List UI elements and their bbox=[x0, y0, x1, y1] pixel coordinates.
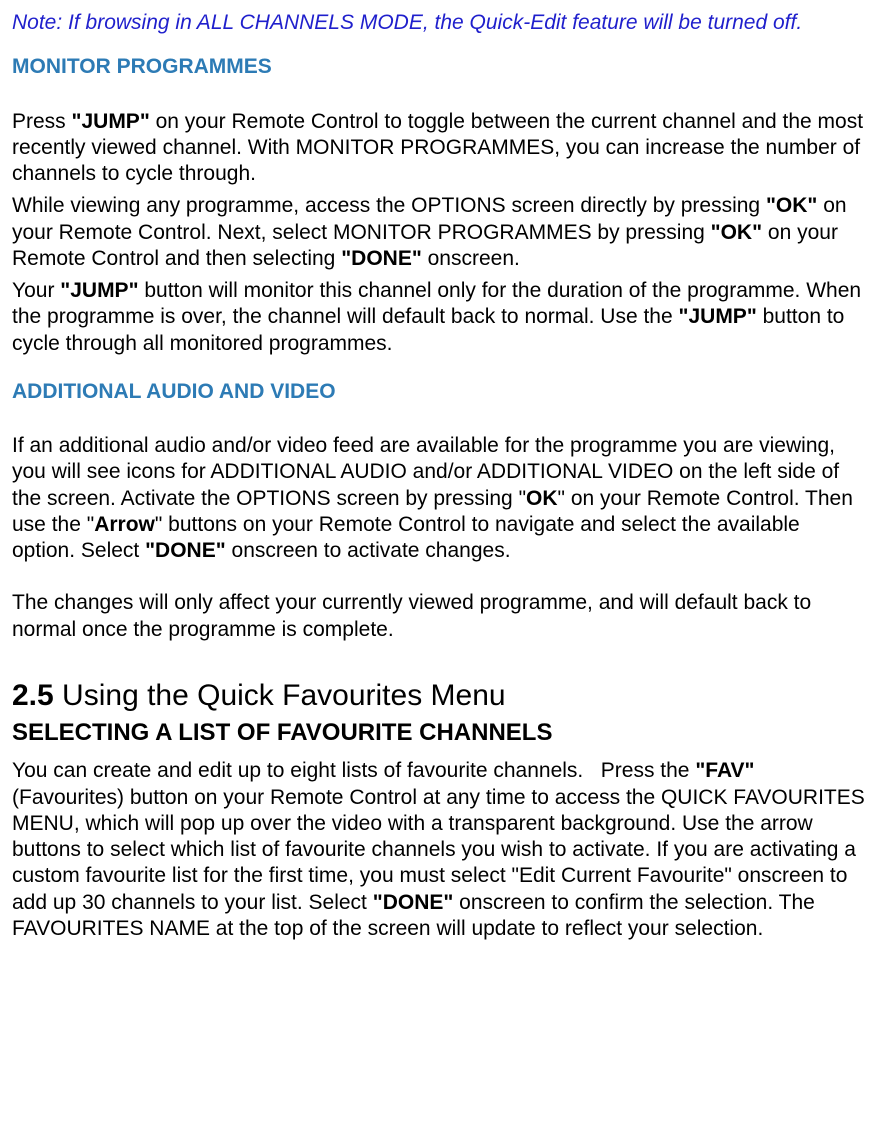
paragraph: While viewing any programme, access the … bbox=[12, 193, 865, 272]
text: Press bbox=[12, 110, 72, 133]
note-text: Note: If browsing in ALL CHANNELS MODE, … bbox=[12, 10, 865, 36]
text-bold: "DONE" bbox=[373, 891, 454, 914]
paragraph: If an additional audio and/or video feed… bbox=[12, 433, 865, 564]
text-bold: "JUMP" bbox=[679, 305, 757, 328]
text: While viewing any programme, access the … bbox=[12, 194, 766, 217]
text: onscreen to activate changes. bbox=[226, 539, 511, 562]
paragraph: The changes will only affect your curren… bbox=[12, 590, 865, 643]
text-bold: "DONE" bbox=[341, 247, 422, 270]
heading-additional-audio-video: ADDITIONAL AUDIO AND VIDEO bbox=[12, 379, 865, 405]
heading-monitor-programmes: MONITOR PROGRAMMES bbox=[12, 54, 865, 80]
text: You can create and edit up to eight list… bbox=[12, 759, 695, 782]
text-bold: Arrow bbox=[94, 513, 155, 536]
text-bold: OK bbox=[526, 487, 558, 510]
text-bold: "DONE" bbox=[145, 539, 226, 562]
section-heading: 2.5 Using the Quick Favourites Menu bbox=[12, 677, 865, 715]
paragraph: You can create and edit up to eight list… bbox=[12, 758, 865, 942]
text-bold: "JUMP" bbox=[72, 110, 150, 133]
paragraph: Your "JUMP" button will monitor this cha… bbox=[12, 278, 865, 357]
text: onscreen. bbox=[422, 247, 520, 270]
paragraph: Press "JUMP" on your Remote Control to t… bbox=[12, 109, 865, 188]
text: Your bbox=[12, 279, 60, 302]
text-bold: "JUMP" bbox=[60, 279, 138, 302]
section-title: Using the Quick Favourites Menu bbox=[54, 679, 506, 712]
text-bold: "FAV" bbox=[695, 759, 754, 782]
text-bold: "OK" bbox=[711, 221, 762, 244]
text-bold: "OK" bbox=[766, 194, 817, 217]
section-number: 2.5 bbox=[12, 679, 54, 712]
subheading-selecting-favourites: SELECTING A LIST OF FAVOURITE CHANNELS bbox=[12, 718, 865, 748]
